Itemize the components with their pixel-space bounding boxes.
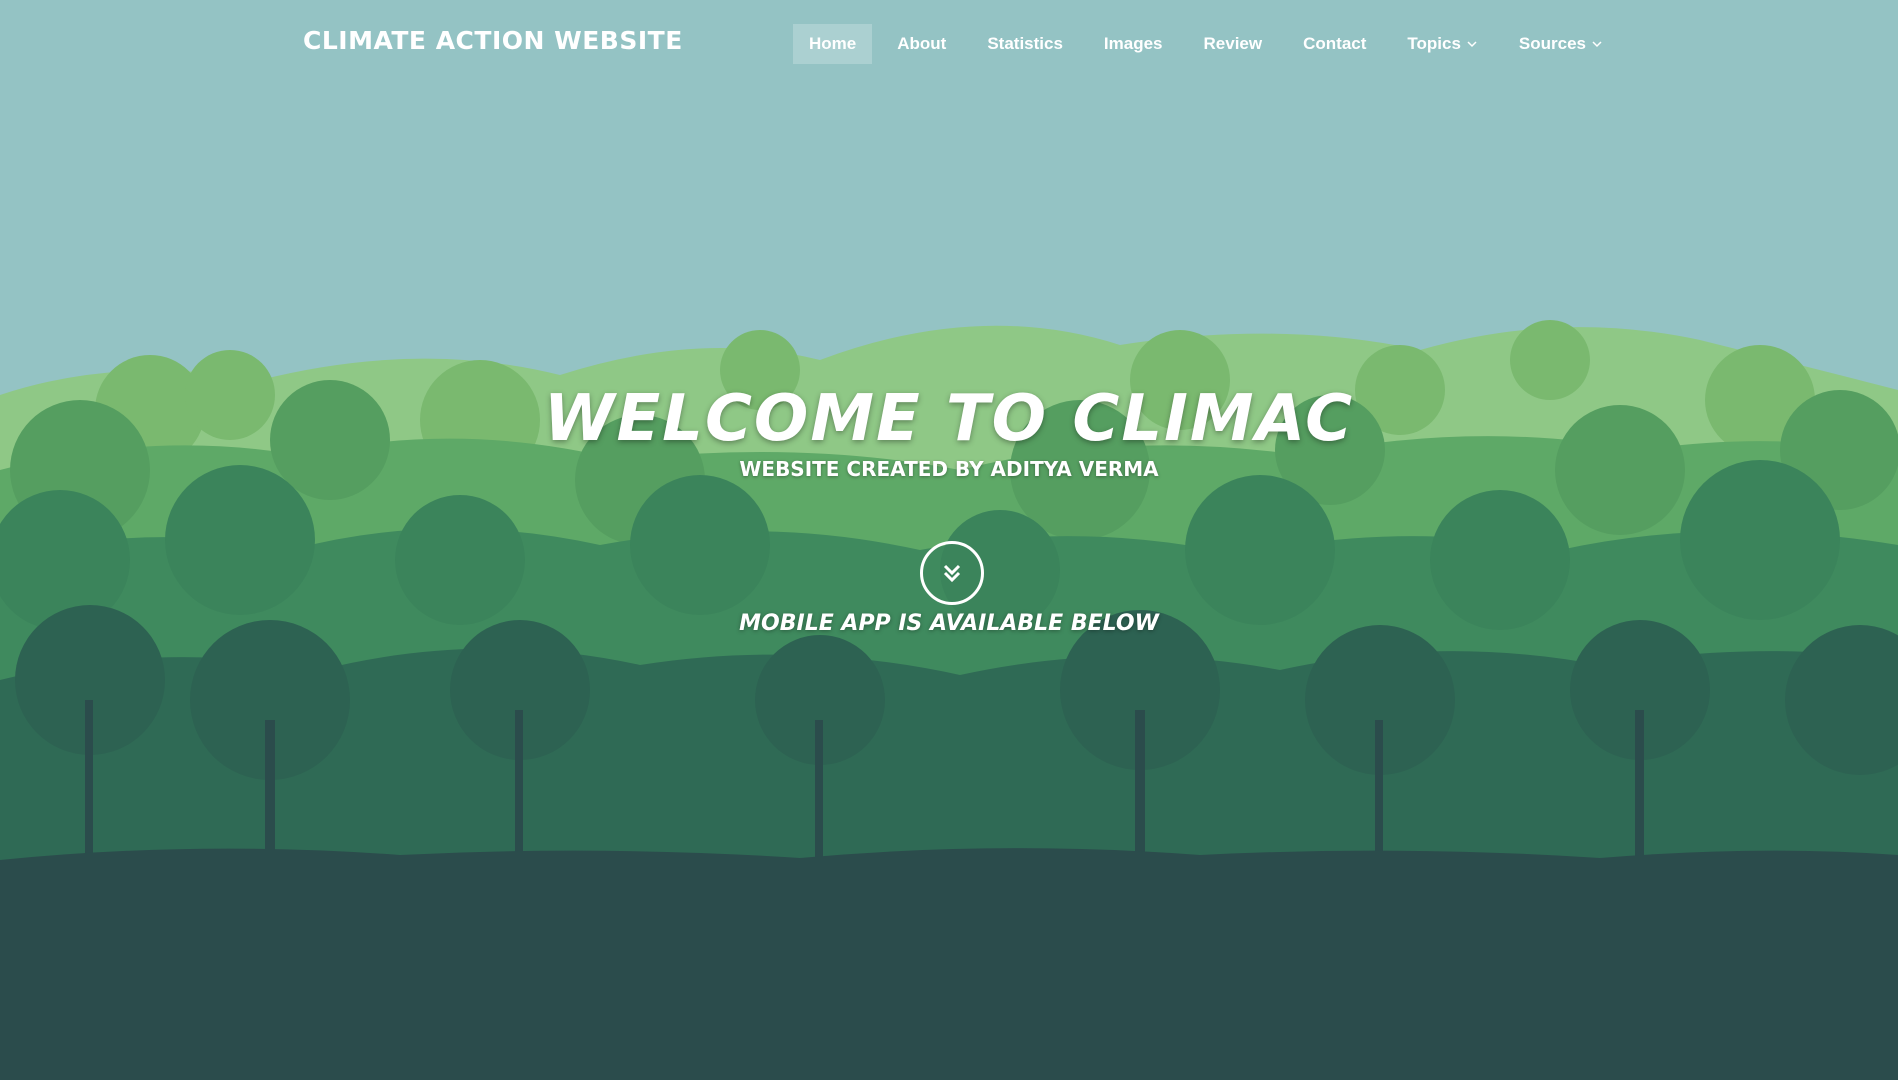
nav-item-images[interactable]: Images: [1088, 24, 1179, 64]
forest-background-image: [0, 0, 1898, 1080]
nav-item-label: Topics: [1407, 34, 1461, 53]
double-chevron-down-icon: [943, 564, 961, 583]
nav-item-home[interactable]: Home: [793, 24, 873, 64]
nav-item-label: Images: [1103, 34, 1163, 53]
hero-subtitle: WEBSITE CREATED BY ADITYA VERMA: [739, 457, 1159, 481]
nav-item-statistics[interactable]: Statistics: [971, 24, 1079, 64]
nav-item-label: Sources: [1518, 34, 1587, 53]
nav-item-contact[interactable]: Contact: [1287, 24, 1382, 64]
nav-item-label: Statistics: [987, 34, 1063, 53]
page: CLIMATE ACTION WEBSITE Home About Statis…: [0, 0, 1898, 1080]
nav-item-label: Contact: [1303, 34, 1367, 53]
nav-item-topics[interactable]: Topics: [1391, 24, 1494, 64]
main-navigation: Home About Statistics Images Review Cont…: [793, 24, 1628, 64]
scroll-down-button[interactable]: [920, 541, 984, 605]
nav-item-label: About: [897, 34, 947, 53]
nav-item-review[interactable]: Review: [1188, 24, 1279, 64]
nav-item-label: Review: [1203, 34, 1263, 53]
hero-title: WELCOME TO CLIMAC: [543, 382, 1355, 456]
nav-item-about[interactable]: About: [881, 24, 962, 64]
mobile-app-note: MOBILE APP IS AVAILABLE BELOW: [739, 611, 1159, 636]
chevron-down-icon: [1592, 41, 1602, 48]
chevron-down-icon: [1467, 41, 1477, 48]
site-brand-logo[interactable]: CLIMATE ACTION WEBSITE: [303, 26, 683, 55]
nav-item-label: Home: [809, 34, 857, 53]
nav-item-sources[interactable]: Sources: [1503, 24, 1619, 64]
